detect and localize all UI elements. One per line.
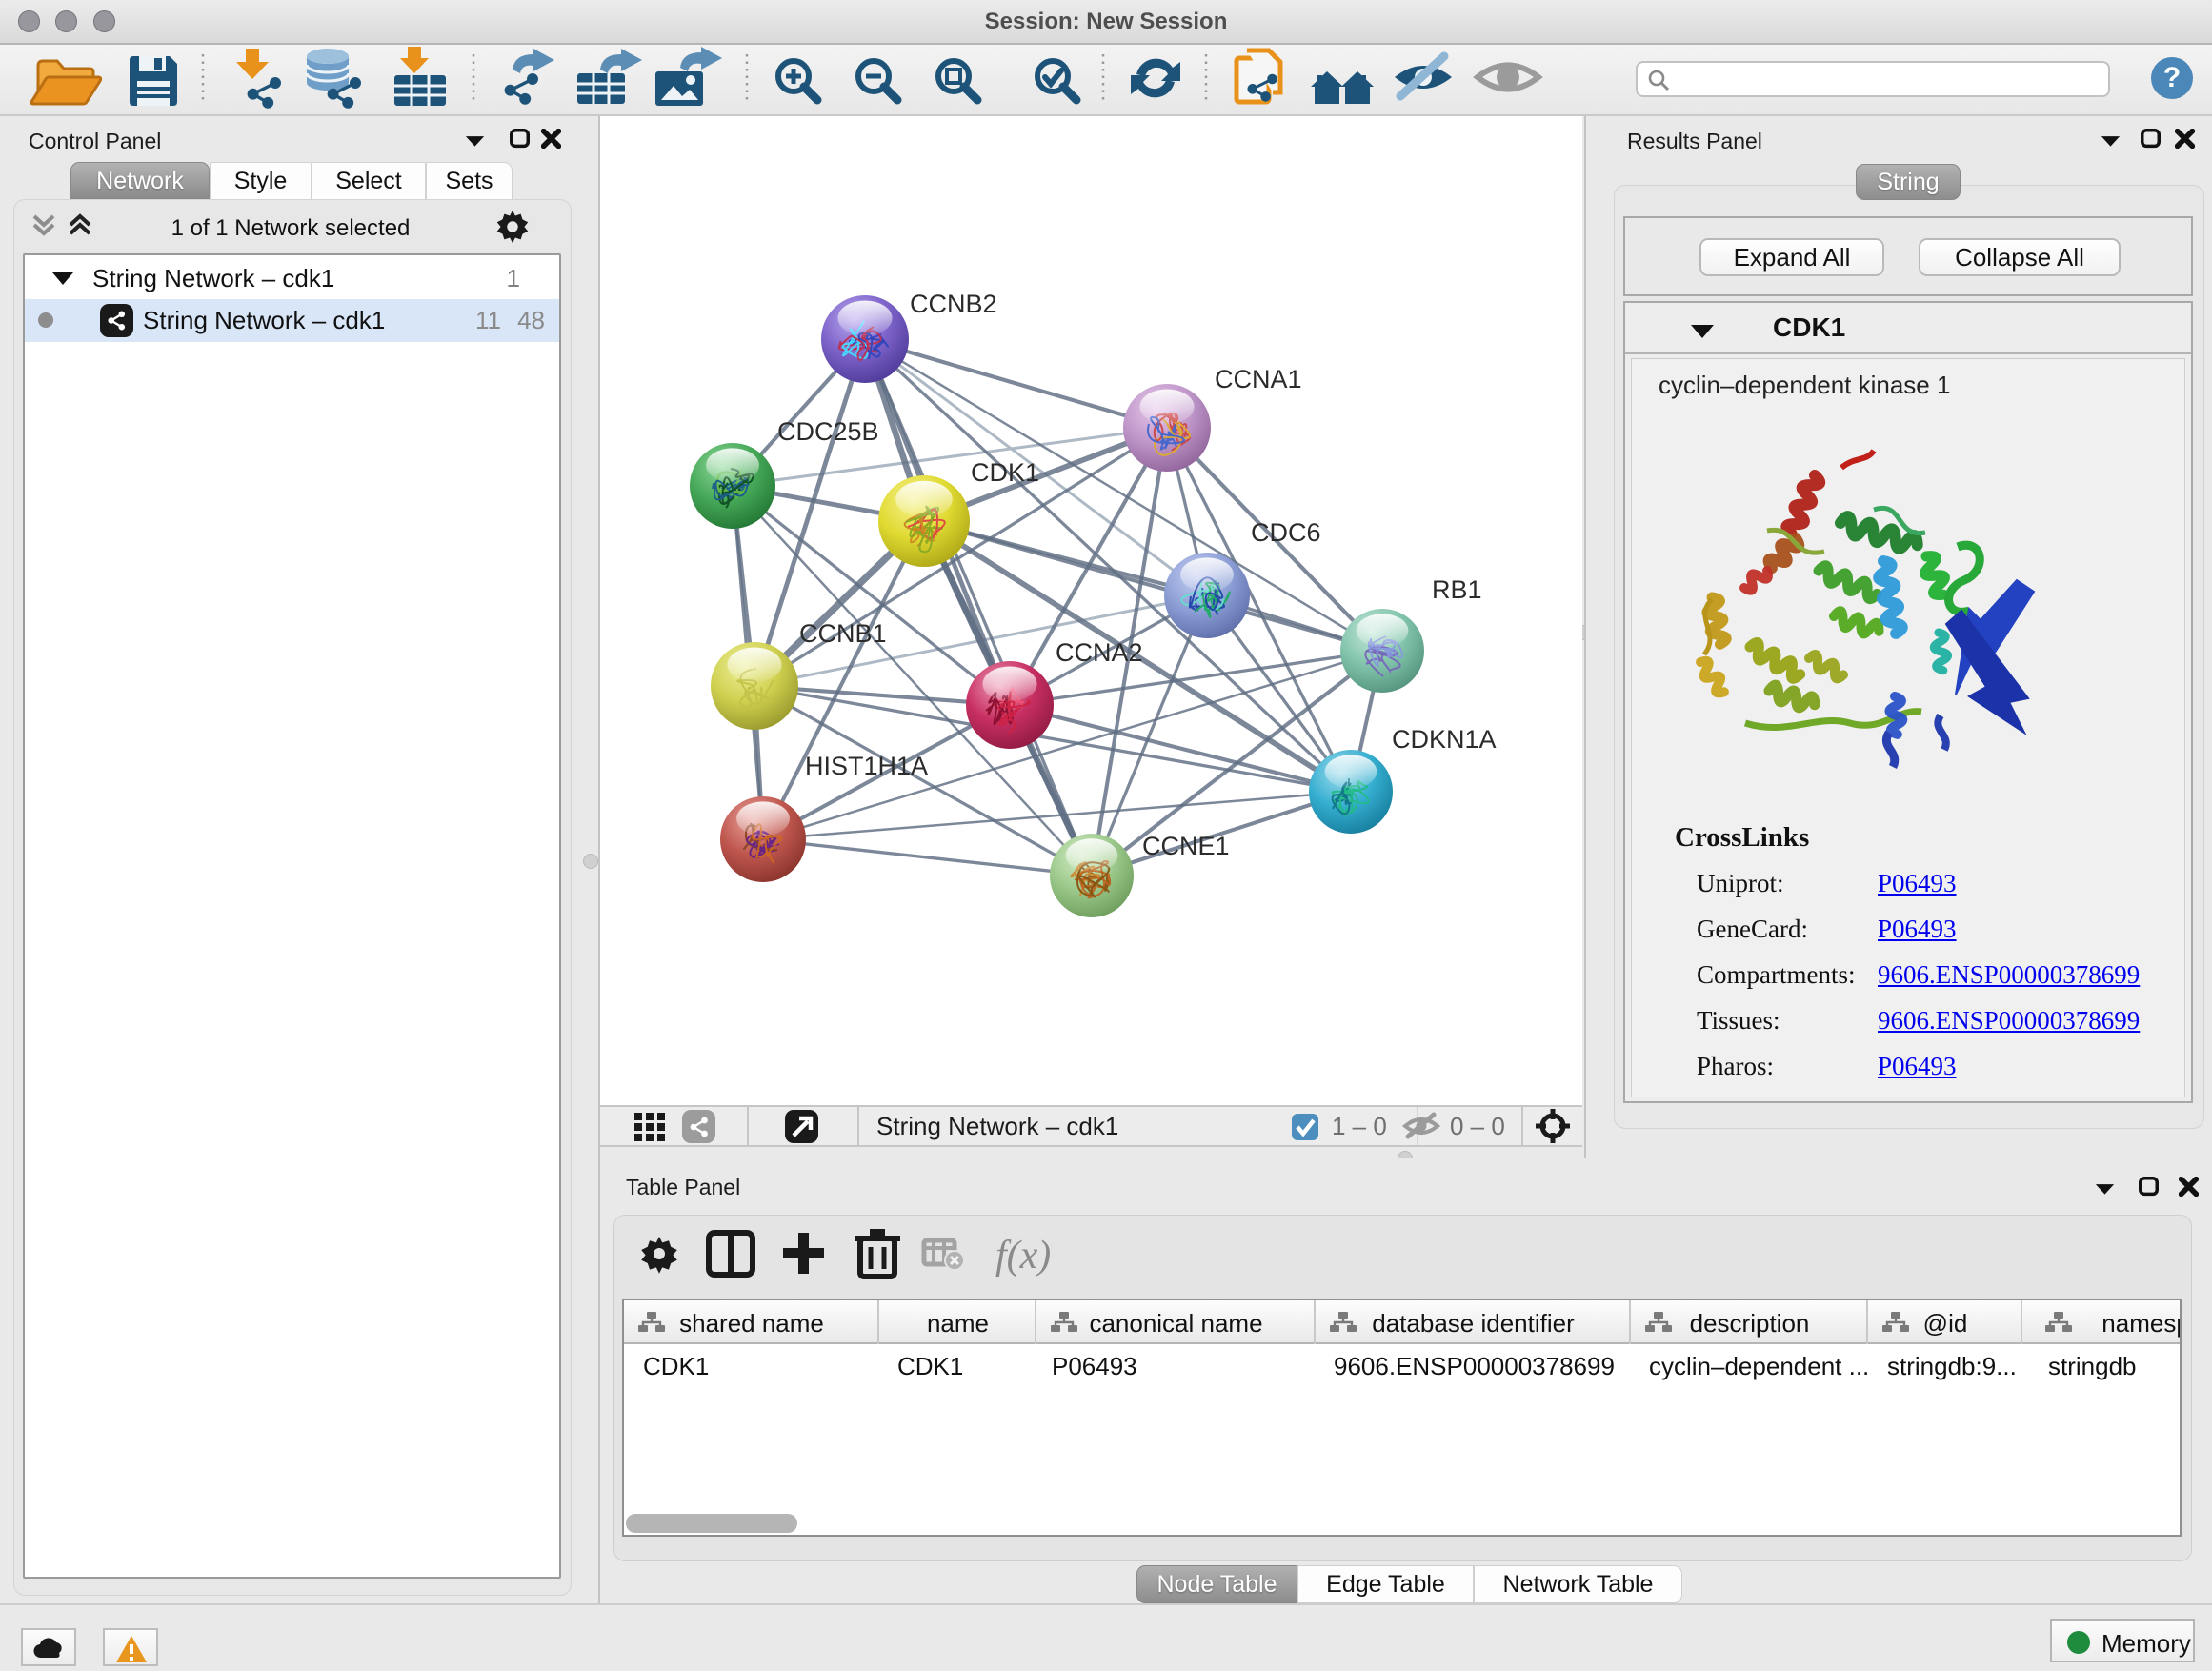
- svg-text:HIST1H1A: HIST1H1A: [805, 752, 928, 780]
- svg-text:RB1: RB1: [1432, 575, 1482, 604]
- svg-text:0 – 0: 0 – 0: [1450, 1112, 1505, 1140]
- svg-text:CCNE1: CCNE1: [1142, 832, 1230, 860]
- svg-text:CCNA1: CCNA1: [1215, 365, 1302, 393]
- svg-text:CCNA2: CCNA2: [1056, 638, 1143, 667]
- svg-text:CCNB2: CCNB2: [910, 290, 997, 318]
- svg-text:1 – 0: 1 – 0: [1332, 1112, 1387, 1140]
- svg-text:String Network – cdk1: String Network – cdk1: [876, 1112, 1118, 1140]
- svg-text:CCNB1: CCNB1: [799, 619, 887, 648]
- svg-text:CDKN1A: CDKN1A: [1392, 725, 1497, 754]
- svg-text:CDC6: CDC6: [1251, 518, 1321, 547]
- svg-text:CDK1: CDK1: [971, 458, 1039, 487]
- svg-text:f(x): f(x): [995, 1234, 1051, 1278]
- svg-text:CDC25B: CDC25B: [777, 417, 879, 446]
